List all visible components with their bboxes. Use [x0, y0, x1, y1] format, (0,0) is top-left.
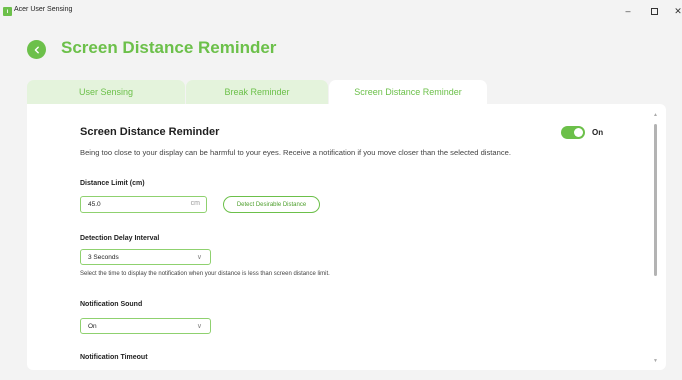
maximize-button[interactable]: [646, 4, 662, 18]
detection-delay-label: Detection Delay Interval: [80, 235, 160, 242]
scroll-down-icon[interactable]: ▼: [653, 358, 658, 364]
distance-unit: cm: [190, 200, 200, 207]
chevron-down-icon: ∨: [196, 254, 202, 261]
window-title: Acer User Sensing: [14, 6, 73, 13]
tab-break-reminder[interactable]: Break Reminder: [186, 80, 328, 104]
detection-delay-value: 3 Seconds: [88, 254, 119, 261]
settings-panel: Screen Distance Reminder On Being too cl…: [27, 104, 666, 370]
title-bar: ı Acer User Sensing – ✕: [0, 0, 682, 22]
scrollbar-thumb[interactable]: [654, 124, 657, 276]
notification-timeout-label: Notification Timeout: [80, 354, 148, 361]
notification-sound-label: Notification Sound: [80, 301, 143, 308]
page-title: Screen Distance Reminder: [61, 38, 277, 57]
notification-sound-select[interactable]: On ∨: [80, 318, 211, 334]
distance-limit-label: Distance Limit (cm): [80, 180, 145, 187]
scroll-up-icon[interactable]: ▲: [653, 112, 658, 118]
notification-sound-value: On: [88, 323, 97, 330]
minimize-button[interactable]: –: [620, 4, 636, 18]
close-button[interactable]: ✕: [670, 4, 682, 18]
maximize-icon: [650, 7, 658, 15]
detection-delay-hint: Select the time to display the notificat…: [80, 271, 330, 277]
app-logo-icon: ı: [3, 7, 12, 16]
detection-delay-select[interactable]: 3 Seconds ∨: [80, 249, 211, 265]
toggle-knob: [574, 128, 583, 137]
section-title: Screen Distance Reminder: [80, 126, 220, 138]
back-button[interactable]: [27, 40, 46, 59]
chevron-down-icon: ∨: [196, 323, 202, 330]
detect-desirable-distance-button[interactable]: Detect Desirable Distance: [223, 196, 320, 213]
tab-screen-distance-reminder[interactable]: Screen Distance Reminder: [329, 80, 487, 104]
chevron-left-icon: [34, 46, 39, 53]
tab-user-sensing[interactable]: User Sensing: [27, 80, 185, 104]
distance-limit-value: 45.0: [88, 201, 101, 208]
toggle-state-label: On: [592, 128, 604, 137]
reminder-toggle[interactable]: [561, 126, 585, 139]
section-description: Being too close to your display can be h…: [80, 148, 511, 157]
distance-limit-input[interactable]: 45.0 cm: [80, 196, 207, 213]
scrollbar[interactable]: ▲ ▼: [653, 112, 658, 364]
